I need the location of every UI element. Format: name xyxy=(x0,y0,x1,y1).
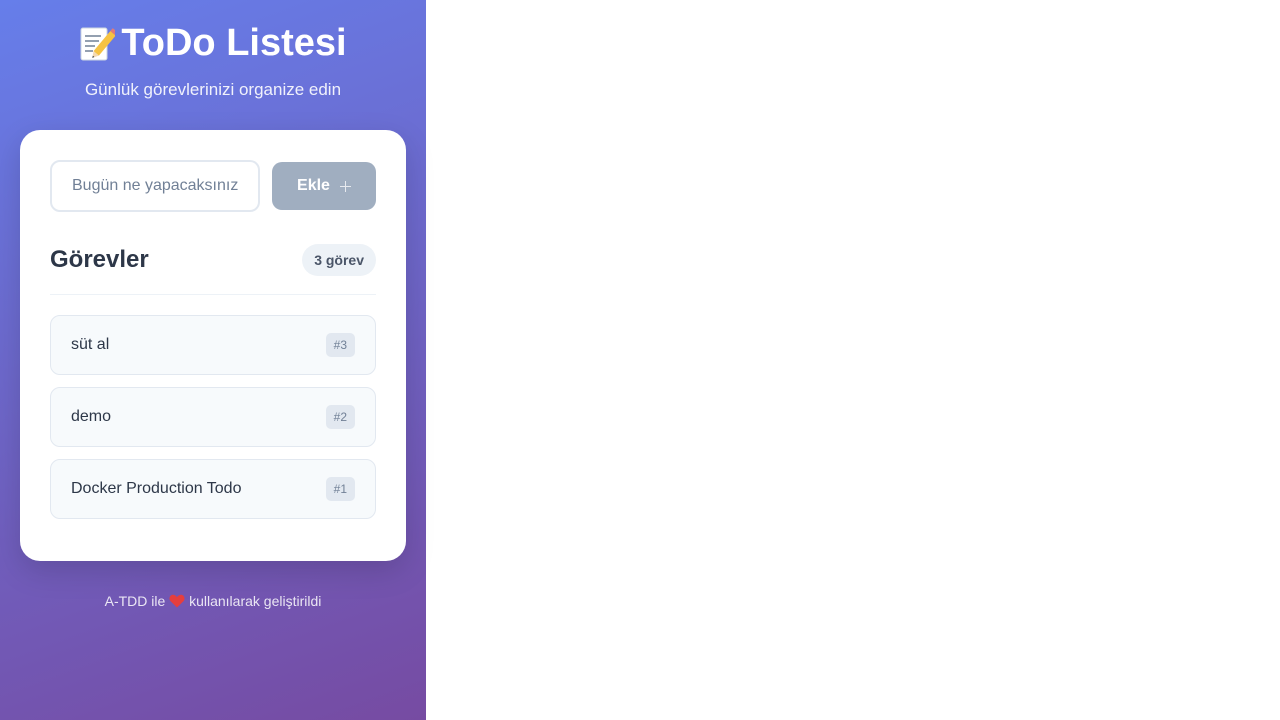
task-text: Docker Production Todo xyxy=(71,480,242,497)
page-title-text: ToDo Listesi xyxy=(121,22,347,64)
task-id-badge: #1 xyxy=(325,477,355,501)
task-item[interactable]: demo #2 xyxy=(50,387,376,447)
header: ToDo Listesi Günlük görevlerinizi organi… xyxy=(0,0,426,100)
app-panel: ToDo Listesi Günlük görevlerinizi organi… xyxy=(0,0,426,720)
footer-prefix: A-TDD ile xyxy=(104,593,166,609)
footer-suffix: kullanılarak geliştirildi xyxy=(189,593,322,609)
add-todo-form: Ekle xyxy=(50,160,376,212)
memo-pencil-icon xyxy=(79,24,119,62)
task-list: süt al #3 demo #2 Docker Production Todo… xyxy=(50,315,376,531)
todo-card: Ekle Görevler 3 görev süt al #3 demo #2 … xyxy=(20,130,406,561)
todo-input[interactable] xyxy=(50,160,260,212)
plus-icon xyxy=(339,180,351,192)
tasks-header: Görevler 3 görev xyxy=(50,244,376,295)
task-count-badge: 3 görev xyxy=(302,244,376,276)
task-text: demo xyxy=(71,408,112,425)
add-button-label: Ekle xyxy=(297,177,330,194)
task-id-badge: #3 xyxy=(325,333,355,357)
heart-icon xyxy=(169,594,185,608)
task-item[interactable]: Docker Production Todo #1 xyxy=(50,459,376,519)
task-item[interactable]: süt al #3 xyxy=(50,315,376,375)
page-title: ToDo Listesi xyxy=(0,18,426,68)
task-id-badge: #2 xyxy=(325,405,355,429)
footer: A-TDD ile kullanılarak geliştirildi xyxy=(0,593,426,609)
add-button[interactable]: Ekle xyxy=(272,162,376,210)
page-subtitle: Günlük görevlerinizi organize edin xyxy=(84,80,342,99)
tasks-title: Görevler xyxy=(50,246,149,273)
task-text: süt al xyxy=(71,336,110,353)
